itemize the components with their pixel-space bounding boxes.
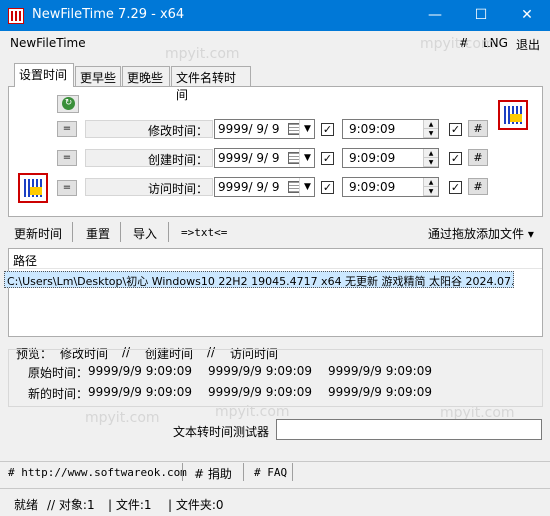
accessed-date-checkbox[interactable]: ✓	[321, 181, 334, 194]
time-value: 9:09:09	[349, 180, 396, 194]
accessed-hash-button[interactable]: #	[468, 178, 488, 195]
drag-add-files-dropdown[interactable]: 通过拖放添加文件 ▾	[428, 225, 534, 242]
modified-time-input[interactable]: 9:09:09 ▲ ▼	[342, 119, 439, 139]
set-equal-button[interactable]: =	[57, 150, 77, 166]
set-equal-button[interactable]: =	[57, 180, 77, 196]
modified-date-checkbox[interactable]: ✓	[321, 123, 334, 136]
created-time-checkbox[interactable]: ✓	[449, 152, 462, 165]
created-time-label: 创建时间：	[85, 149, 213, 167]
time-spinner[interactable]: ▲ ▼	[423, 149, 438, 167]
status-files: | 文件:1	[108, 498, 152, 512]
modified-date-picker[interactable]: 9999/ 9/ 9 ▼	[214, 119, 315, 139]
tab-earlier[interactable]: 更早些	[75, 66, 121, 86]
refresh-icon: ↻	[62, 97, 75, 110]
status-objects: // 对象:1	[47, 498, 95, 512]
new-modified-value: 9999/9/9 9:09:09	[88, 385, 192, 399]
tab-set-time[interactable]: 设置时间	[14, 63, 74, 87]
watermark: mpyit.com	[165, 46, 240, 62]
faq-link[interactable]: # FAQ	[254, 466, 287, 479]
footer-divider	[292, 463, 293, 481]
reset-button[interactable]: 重置	[86, 225, 110, 242]
list-header-divider	[9, 268, 542, 269]
minimize-button[interactable]: —	[412, 0, 458, 31]
date-value: 9999/ 9/ 9	[218, 180, 280, 194]
file-list[interactable]	[8, 248, 543, 337]
time-value: 9:09:09	[349, 122, 396, 136]
close-button[interactable]: ✕	[504, 0, 550, 31]
chevron-down-icon[interactable]: ▼	[299, 178, 315, 196]
original-created-value: 9999/9/9 9:09:09	[208, 364, 312, 378]
new-time-label: 新的时间：	[28, 387, 89, 401]
created-time-input[interactable]: 9:09:09 ▲ ▼	[342, 148, 439, 168]
accessed-time-label: 访问时间：	[85, 178, 213, 196]
spin-down-icon[interactable]: ▼	[424, 129, 438, 138]
watermark: mpyit.com	[420, 36, 495, 52]
time-value: 9:09:09	[349, 151, 396, 165]
refresh-button[interactable]: ↻	[57, 95, 79, 113]
txt-export-button[interactable]: =>txt<=	[181, 226, 227, 239]
menu-app-name[interactable]: NewFileTime	[10, 36, 86, 50]
modified-time-checkbox[interactable]: ✓	[449, 123, 462, 136]
modified-hash-button[interactable]: #	[468, 120, 488, 137]
menu-exit[interactable]: 退出	[516, 36, 540, 53]
footer-divider	[243, 463, 244, 481]
time-spinner[interactable]: ▲ ▼	[423, 120, 438, 138]
update-time-button[interactable]: 更新时间	[14, 225, 62, 242]
window-title: NewFileTime 7.29 - x64	[32, 7, 185, 22]
watermark: mpyit.com	[85, 410, 160, 426]
spin-up-icon[interactable]: ▲	[424, 178, 438, 187]
toolbar-divider	[120, 222, 121, 242]
created-date-picker[interactable]: 9999/ 9/ 9 ▼	[214, 148, 315, 168]
original-time-label: 原始时间：	[28, 366, 89, 380]
set-equal-button[interactable]: =	[57, 121, 77, 137]
app-logo-icon	[498, 100, 528, 130]
list-item[interactable]: C:\Users\Lm\Desktop\初心 Windows10 22H2 19…	[4, 271, 514, 288]
chevron-down-icon[interactable]: ▼	[299, 120, 315, 138]
footer-divider	[182, 463, 183, 481]
toolbar-divider	[72, 222, 73, 242]
accessed-time-checkbox[interactable]: ✓	[449, 181, 462, 194]
spin-down-icon[interactable]: ▼	[424, 187, 438, 196]
spin-up-icon[interactable]: ▲	[424, 149, 438, 158]
time-spinner[interactable]: ▲ ▼	[423, 178, 438, 196]
new-created-value: 9999/9/9 9:09:09	[208, 385, 312, 399]
website-link[interactable]: # http://www.softwareok.com	[8, 466, 187, 479]
tab-filename-to-time[interactable]: 文件名转时间	[171, 66, 251, 102]
toolbar-divider	[168, 222, 169, 242]
app-logo-icon	[18, 173, 48, 203]
created-date-checkbox[interactable]: ✓	[321, 152, 334, 165]
date-value: 9999/ 9/ 9	[218, 151, 280, 165]
created-hash-button[interactable]: #	[468, 149, 488, 166]
app-icon	[8, 8, 24, 24]
modified-time-label: 修改时间：	[85, 120, 213, 138]
accessed-time-input[interactable]: 9:09:09 ▲ ▼	[342, 177, 439, 197]
spin-down-icon[interactable]: ▼	[424, 158, 438, 167]
donate-link[interactable]: # 捐助	[194, 465, 232, 482]
status-folders: | 文件夹:0	[168, 498, 224, 512]
import-button[interactable]: 导入	[133, 225, 157, 242]
new-accessed-value: 9999/9/9 9:09:09	[328, 385, 432, 399]
maximize-button[interactable]: ☐	[458, 0, 504, 31]
accessed-date-picker[interactable]: 9999/ 9/ 9 ▼	[214, 177, 315, 197]
chevron-down-icon[interactable]: ▼	[299, 149, 315, 167]
spin-up-icon[interactable]: ▲	[424, 120, 438, 129]
original-modified-value: 9999/9/9 9:09:09	[88, 364, 192, 378]
status-ready: 就绪	[14, 498, 39, 512]
date-value: 9999/ 9/ 9	[218, 122, 280, 136]
tester-label: 文本转时间测试器	[173, 425, 270, 439]
tab-later[interactable]: 更晚些	[122, 66, 170, 86]
tester-input[interactable]	[276, 419, 542, 440]
original-accessed-value: 9999/9/9 9:09:09	[328, 364, 432, 378]
list-header-path[interactable]: 路径	[13, 252, 37, 269]
